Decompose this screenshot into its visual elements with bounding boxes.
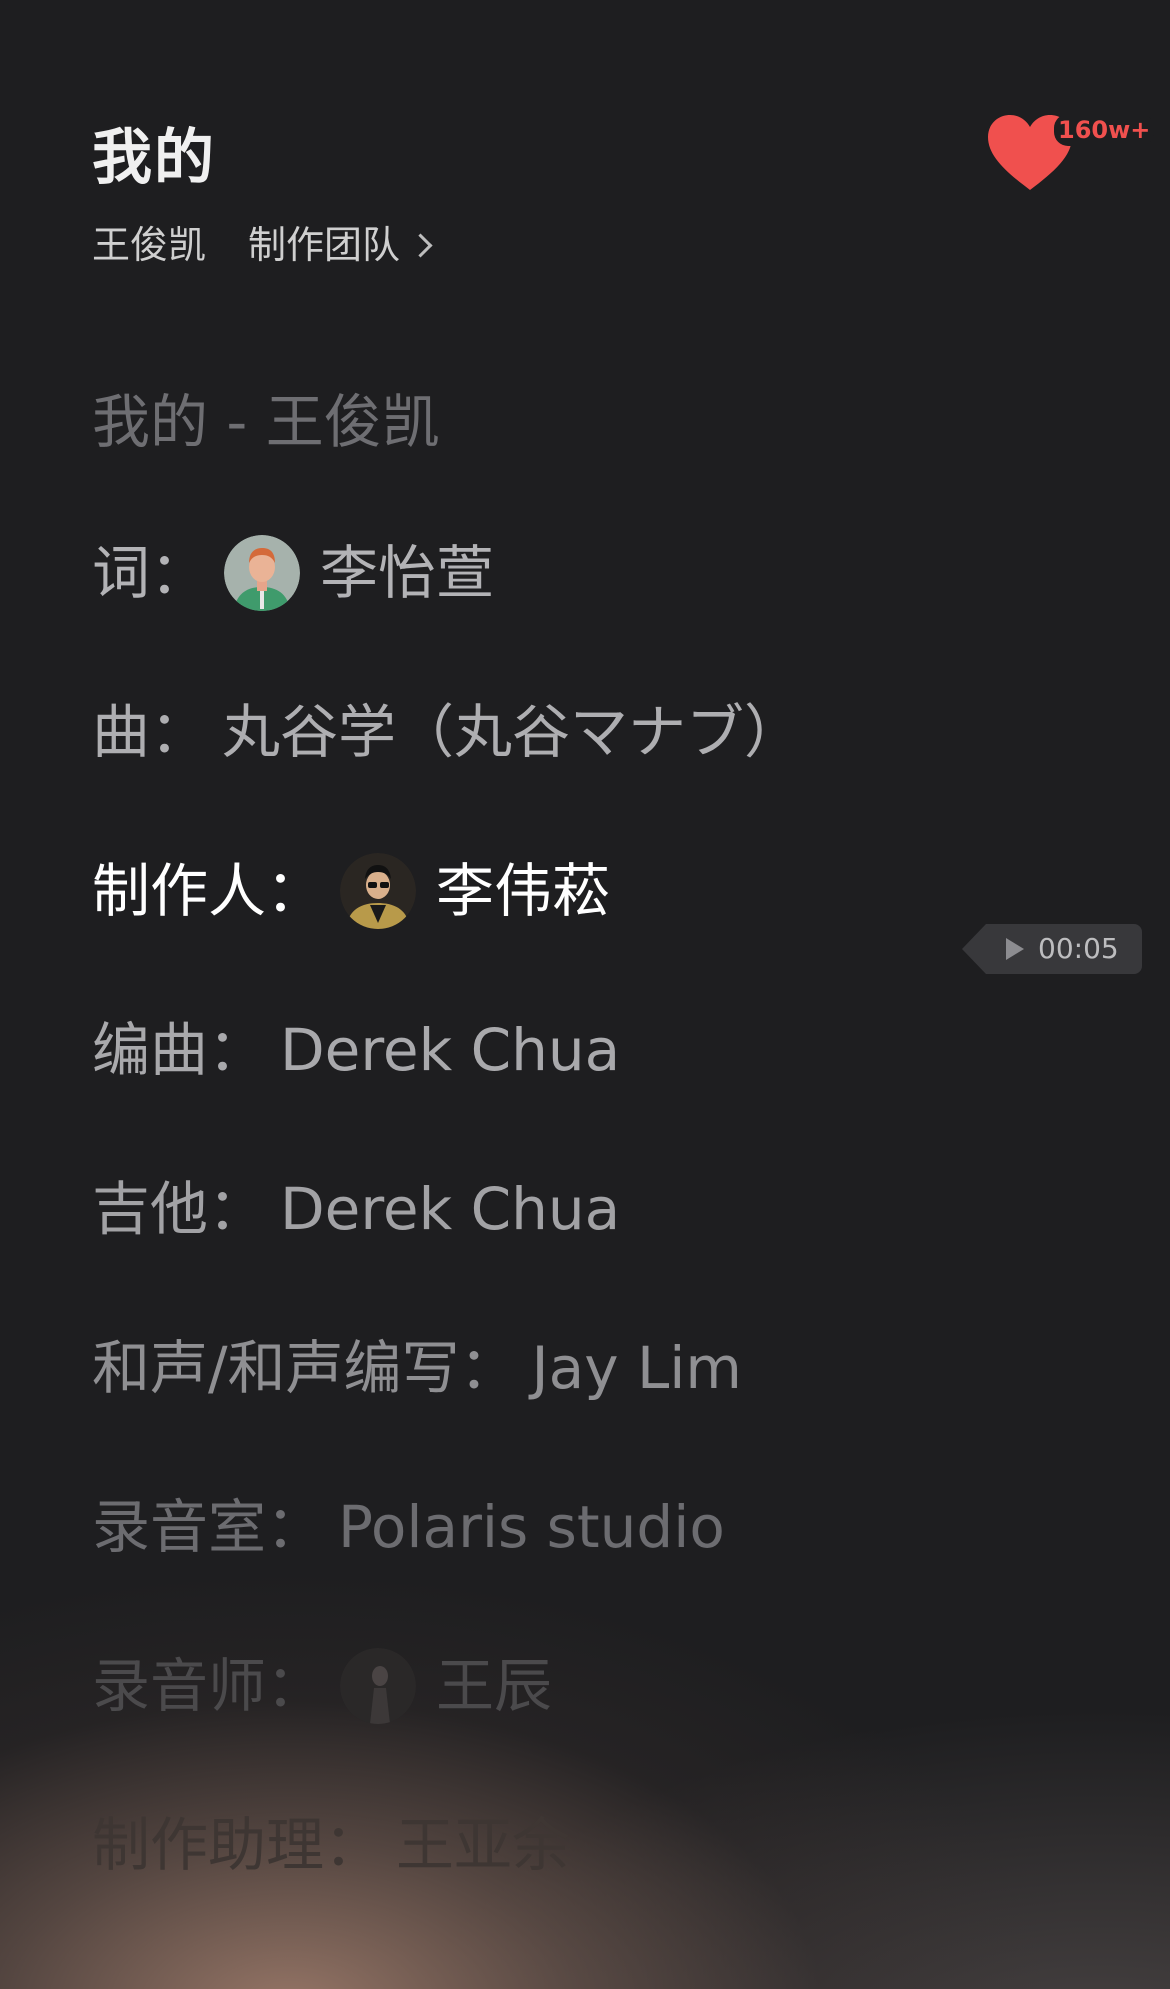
production-team-link[interactable]: 制作团队 xyxy=(248,220,433,270)
credit-name[interactable]: 李怡萱 xyxy=(320,537,494,609)
tag-pointer xyxy=(962,924,986,974)
engineer-avatar[interactable] xyxy=(340,1647,417,1724)
artist-link[interactable]: 王俊凯 xyxy=(92,220,206,270)
credit-role: 录音室： xyxy=(92,1492,325,1561)
song-header: 我的 王俊凯 制作团队 xyxy=(92,118,433,270)
producer-avatar[interactable] xyxy=(340,852,417,929)
credit-role: 制作人： xyxy=(92,856,325,925)
credit-name[interactable]: 丸谷学（丸谷マナブ） xyxy=(222,696,802,768)
credit-name[interactable]: 王亚余 xyxy=(396,1809,570,1881)
credit-role: 录音师： xyxy=(92,1651,325,1720)
credit-name[interactable]: Derek Chua xyxy=(280,1173,620,1245)
credit-role: 吉他： xyxy=(92,1174,267,1243)
credit-title-text: 我的 - 王俊凯 xyxy=(92,387,440,456)
play-icon xyxy=(1006,938,1024,960)
credit-name[interactable]: 王辰 xyxy=(436,1650,552,1722)
like-button[interactable]: 160w+ xyxy=(984,104,1170,204)
credit-name[interactable]: Polaris studio xyxy=(338,1491,725,1563)
credit-line-guitar[interactable]: 吉他： Derek Chua xyxy=(92,1129,1092,1288)
credit-role: 编曲： xyxy=(92,1015,267,1084)
lyricist-avatar[interactable] xyxy=(224,534,301,611)
credit-line-assistant[interactable]: 制作助理： 王亚余 xyxy=(92,1765,1092,1924)
credit-role: 制作助理： xyxy=(92,1810,383,1879)
credit-line-studio[interactable]: 录音室： Polaris studio xyxy=(92,1447,1092,1606)
credit-line-title[interactable]: 我的 - 王俊凯 xyxy=(92,350,1092,493)
credit-line-producer[interactable]: 制作人： 李伟菘 xyxy=(92,811,1092,970)
seek-to-line-button[interactable]: 00:05 xyxy=(962,924,1142,974)
credits-list: 我的 - 王俊凯 词： 李怡萱 曲： 丸谷学（丸谷マナブ） 制作人： 李伟菘 编… xyxy=(92,350,1092,1924)
credit-name[interactable]: Derek Chua xyxy=(280,1014,620,1086)
song-title: 我的 xyxy=(92,123,216,193)
credit-line-lyricist[interactable]: 词： 李怡萱 xyxy=(92,493,1092,652)
credit-role: 曲： xyxy=(92,697,209,766)
credit-line-arranger[interactable]: 编曲： Derek Chua xyxy=(92,970,1092,1129)
credit-line-harmony[interactable]: 和声/和声编写： Jay Lim xyxy=(92,1288,1092,1447)
credit-name[interactable]: 李伟菘 xyxy=(436,855,610,927)
credit-role: 和声/和声编写： xyxy=(92,1333,518,1402)
production-team-label: 制作团队 xyxy=(248,223,401,267)
credit-line-composer[interactable]: 曲： 丸谷学（丸谷マナブ） xyxy=(92,652,1092,811)
credit-role: 词： xyxy=(92,538,209,607)
credit-name[interactable]: Jay Lim xyxy=(532,1332,742,1404)
chevron-right-icon xyxy=(408,232,433,258)
credit-line-engineer[interactable]: 录音师： 王辰 xyxy=(92,1606,1092,1765)
like-count: 160w+ xyxy=(1054,114,1155,146)
song-subline: 王俊凯 制作团队 xyxy=(92,220,433,270)
line-timestamp: 00:05 xyxy=(1038,932,1119,965)
